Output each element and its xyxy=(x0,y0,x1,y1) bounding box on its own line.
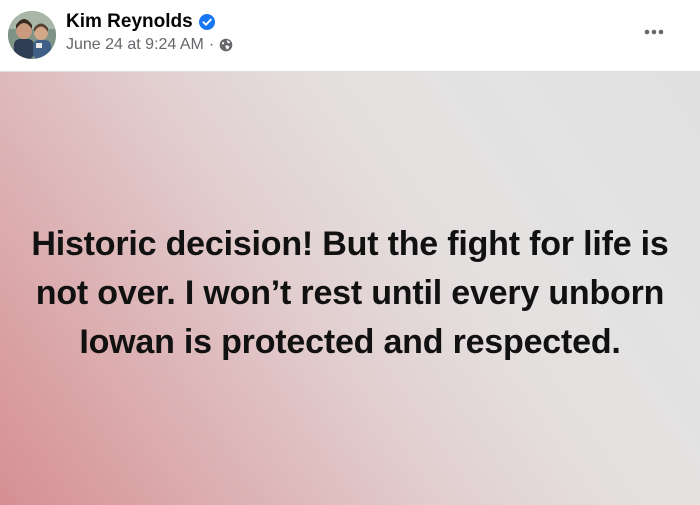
post-header: Kim Reynolds June 24 at 9:24 AM · xyxy=(0,0,700,72)
post-text: Historic decision! But the fight for lif… xyxy=(31,225,669,361)
globe-icon[interactable] xyxy=(219,38,233,52)
more-options-icon xyxy=(644,29,664,35)
meta-separator: · xyxy=(208,36,215,53)
post-meta: June 24 at 9:24 AM · xyxy=(66,35,233,55)
author-row: Kim Reynolds xyxy=(66,11,215,33)
author-name[interactable]: Kim Reynolds xyxy=(66,11,193,33)
verified-badge-icon xyxy=(198,14,215,30)
post-body-background: Historic decision! But the fight for lif… xyxy=(0,72,700,505)
author-avatar[interactable] xyxy=(8,11,56,59)
post-timestamp[interactable]: June 24 at 9:24 AM xyxy=(66,35,204,55)
facebook-post: Kim Reynolds June 24 at 9:24 AM · Histor… xyxy=(0,0,700,505)
more-options-button[interactable] xyxy=(636,18,672,46)
profile-photo xyxy=(8,11,56,59)
